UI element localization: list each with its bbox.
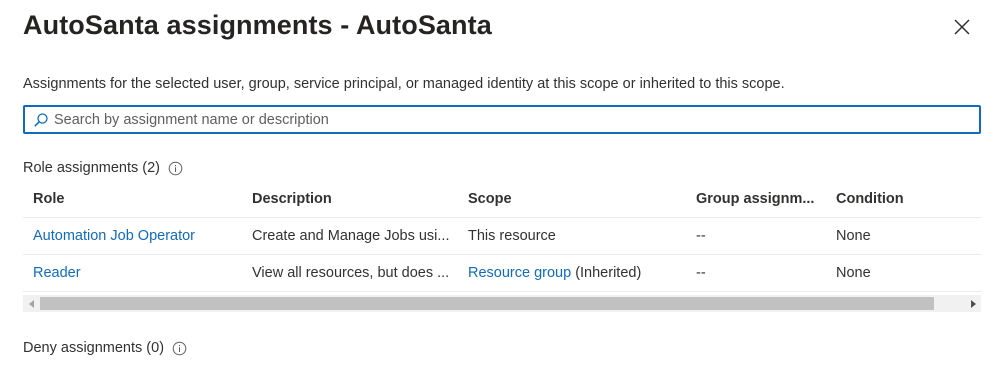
scope-text: This resource (468, 228, 556, 244)
role-link[interactable]: Automation Job Operator (33, 228, 195, 244)
search-icon (30, 109, 52, 131)
role-assignments-table: Role Description Scope Group assignm... … (23, 180, 981, 292)
info-icon[interactable] (172, 341, 187, 356)
scroll-left-icon (28, 299, 34, 308)
table-row: Automation Job Operator Create and Manag… (23, 218, 981, 255)
close-button[interactable] (950, 15, 974, 39)
column-header-role[interactable]: Role (33, 180, 243, 217)
info-icon[interactable] (168, 161, 183, 176)
page-title: AutoSanta assignments - AutoSanta (23, 10, 492, 40)
role-link[interactable]: Reader (33, 265, 81, 281)
close-icon (954, 19, 970, 35)
scope-cell: Resource group (Inherited) (468, 255, 688, 291)
group-assignment-cell: -- (696, 265, 706, 281)
role-assignments-heading: Role assignments (2) (23, 160, 183, 176)
column-header-description[interactable]: Description (252, 180, 462, 217)
scroll-left-button[interactable] (23, 295, 40, 312)
condition-cell: None (836, 265, 871, 281)
scrollbar-thumb[interactable] (40, 297, 934, 310)
scroll-right-button[interactable] (964, 295, 981, 312)
column-header-condition[interactable]: Condition (836, 180, 976, 217)
column-header-group-assignment[interactable]: Group assignm... (696, 180, 826, 217)
description-cell: View all resources, but does ... (252, 265, 450, 281)
role-assignments-label: Role assignments (2) (23, 160, 160, 176)
page-description: Assignments for the selected user, group… (23, 76, 785, 92)
deny-assignments-heading: Deny assignments (0) (23, 340, 187, 356)
group-assignment-cell: -- (696, 228, 706, 244)
scope-link[interactable]: Resource group (468, 265, 571, 281)
horizontal-scrollbar[interactable] (23, 295, 981, 312)
scroll-right-icon (970, 299, 976, 308)
search-box[interactable] (23, 105, 981, 134)
table-row: Reader View all resources, but does ... … (23, 255, 981, 292)
table-header-row: Role Description Scope Group assignm... … (23, 180, 981, 218)
scope-suffix: (Inherited) (571, 265, 642, 281)
description-cell: Create and Manage Jobs usi... (252, 228, 450, 244)
scope-cell: This resource (468, 218, 688, 254)
condition-cell: None (836, 228, 871, 244)
column-header-scope[interactable]: Scope (468, 180, 688, 217)
deny-assignments-label: Deny assignments (0) (23, 340, 165, 356)
search-input[interactable] (52, 107, 952, 132)
